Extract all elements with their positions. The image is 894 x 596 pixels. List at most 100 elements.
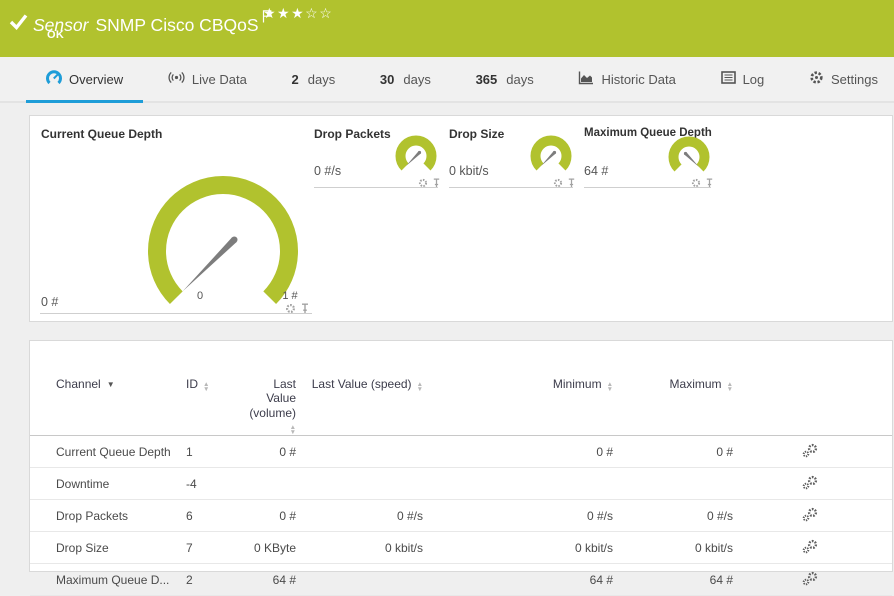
pin-icon[interactable] [300, 301, 310, 319]
channel-id: -4 [184, 468, 244, 500]
prtg-sensor-page: { "colors": { "status_ok_green": "#b1c22… [0, 0, 894, 548]
gauge-actions [691, 175, 714, 193]
tab-label: days [506, 72, 533, 87]
gears-icon[interactable] [802, 575, 819, 589]
tab-2-days[interactable]: 2 days [286, 57, 342, 101]
gauge-scale-min: 0 [188, 290, 212, 302]
gauge-title: Current Queue Depth [41, 127, 162, 141]
table-row: Maximum Queue D... 2 64 # 64 # 64 # [30, 564, 892, 596]
tab-live-data[interactable]: Live Data [162, 57, 253, 101]
minimum-value [430, 468, 620, 500]
gears-icon[interactable] [802, 447, 819, 461]
last-value-speed [302, 468, 430, 500]
area-chart-icon [578, 71, 594, 88]
minimum-value: 0 # [430, 436, 620, 468]
pin-icon[interactable] [567, 175, 576, 193]
table-row: Downtime -4 [30, 468, 892, 500]
maximum-value [620, 468, 740, 500]
status-badge: OK [47, 29, 64, 41]
gauge-actions [285, 301, 310, 319]
channel-settings-cell [740, 564, 892, 596]
sort-icon: ▲▼ [203, 383, 209, 392]
tab-label: Log [743, 72, 765, 87]
sort-icon: ▲▼ [727, 383, 733, 392]
gauge-value: 0 kbit/s [449, 164, 489, 178]
gauge-actions [418, 175, 441, 193]
gauge-actions [553, 175, 576, 193]
maximum-value: 0 #/s [620, 500, 740, 532]
table-row: Current Queue Depth 1 0 # 0 # 0 # [30, 436, 892, 468]
last-value-speed [302, 564, 430, 596]
gauge-value: 0 # [41, 295, 58, 309]
channel-table-panel: Channel▼ ID▲▼ Last Value (volume)▲▼ Last… [29, 340, 893, 572]
channel-id: 2 [184, 564, 244, 596]
channel-name: Drop Packets [30, 500, 184, 532]
last-value-volume: 64 # [244, 564, 302, 596]
tab-label: Historic Data [601, 72, 675, 87]
tab-settings[interactable]: Settings [803, 57, 884, 101]
column-header-id[interactable]: ID▲▼ [184, 341, 244, 436]
gauge-value: 0 #/s [314, 164, 341, 178]
divider [314, 187, 438, 188]
sensor-title: SNMP Cisco CBQoS [95, 15, 258, 35]
channel-name: Current Queue Depth [30, 436, 184, 468]
tab-number: 2 [292, 72, 299, 87]
drop-packets-gauge-cell: Drop Packets 0 #/s [314, 116, 438, 196]
column-header-last-value-volume[interactable]: Last Value (volume)▲▼ [244, 341, 302, 436]
divider [40, 313, 312, 314]
pin-icon[interactable] [432, 175, 441, 193]
broadcast-icon [168, 71, 185, 87]
tab-label: days [308, 72, 335, 87]
channel-settings-cell [740, 500, 892, 532]
gauge-title: Drop Size [449, 127, 504, 141]
gauge-icon [46, 70, 62, 88]
last-value-volume [244, 468, 302, 500]
column-header-actions [740, 341, 892, 436]
last-value-volume: 0 # [244, 436, 302, 468]
gear-icon[interactable] [285, 301, 296, 319]
tab-log[interactable]: Log [715, 57, 771, 101]
minimum-value: 64 # [430, 564, 620, 596]
sort-icon: ▲▼ [607, 383, 613, 392]
tab-number: 30 [380, 72, 394, 87]
channel-name: Downtime [30, 468, 184, 500]
check-icon [9, 13, 28, 35]
tab-30-days[interactable]: 30 days [374, 57, 437, 101]
pin-icon[interactable] [705, 175, 714, 193]
gauges-panel: Current Queue Depth 0 1 # 0 # Drop Packe… [29, 115, 893, 322]
sort-icon: ▲▼ [417, 383, 423, 392]
max-queue-depth-gauge-cell: Maximum Queue Depth 64 # [584, 116, 711, 196]
report-icon [721, 71, 736, 87]
tab-bar: Overview Live Data 2 days 30 days 365 da… [0, 57, 894, 103]
tab-365-days[interactable]: 365 days [470, 57, 540, 101]
priority-rating[interactable]: ★★★☆☆ [263, 5, 333, 22]
channel-table: Channel▼ ID▲▼ Last Value (volume)▲▼ Last… [30, 341, 892, 596]
gauge-value: 64 # [584, 164, 608, 178]
column-header-last-value-speed[interactable]: Last Value (speed)▲▼ [302, 341, 430, 436]
stars-filled[interactable]: ★★★ [263, 5, 305, 21]
gears-icon[interactable] [802, 543, 819, 557]
table-row: Drop Packets 6 0 # 0 #/s 0 #/s 0 #/s [30, 500, 892, 532]
gears-icon[interactable] [802, 479, 819, 493]
gear-icon[interactable] [691, 175, 701, 193]
sensor-status-header: SensorSNMP Cisco CBQoS ★★★☆☆ OK [0, 0, 894, 57]
page-title: SensorSNMP Cisco CBQoS [33, 7, 272, 36]
tab-historic-data[interactable]: Historic Data [572, 57, 681, 101]
gears-icon[interactable] [802, 511, 819, 525]
tab-label: Settings [831, 72, 878, 87]
stars-empty[interactable]: ☆☆ [305, 5, 333, 21]
column-header-minimum[interactable]: Minimum▲▼ [430, 341, 620, 436]
column-header-maximum[interactable]: Maximum▲▼ [620, 341, 740, 436]
column-header-channel[interactable]: Channel▼ [30, 341, 184, 436]
tab-number: 365 [476, 72, 498, 87]
gauge-title: Drop Packets [314, 127, 391, 141]
channel-id: 1 [184, 436, 244, 468]
last-value-speed [302, 436, 430, 468]
gear-icon[interactable] [553, 175, 563, 193]
gear-icon [809, 70, 824, 88]
maximum-value: 64 # [620, 564, 740, 596]
tab-overview[interactable]: Overview [40, 57, 129, 101]
last-value-speed: 0 #/s [302, 500, 430, 532]
tab-label: Live Data [192, 72, 247, 87]
gear-icon[interactable] [418, 175, 428, 193]
